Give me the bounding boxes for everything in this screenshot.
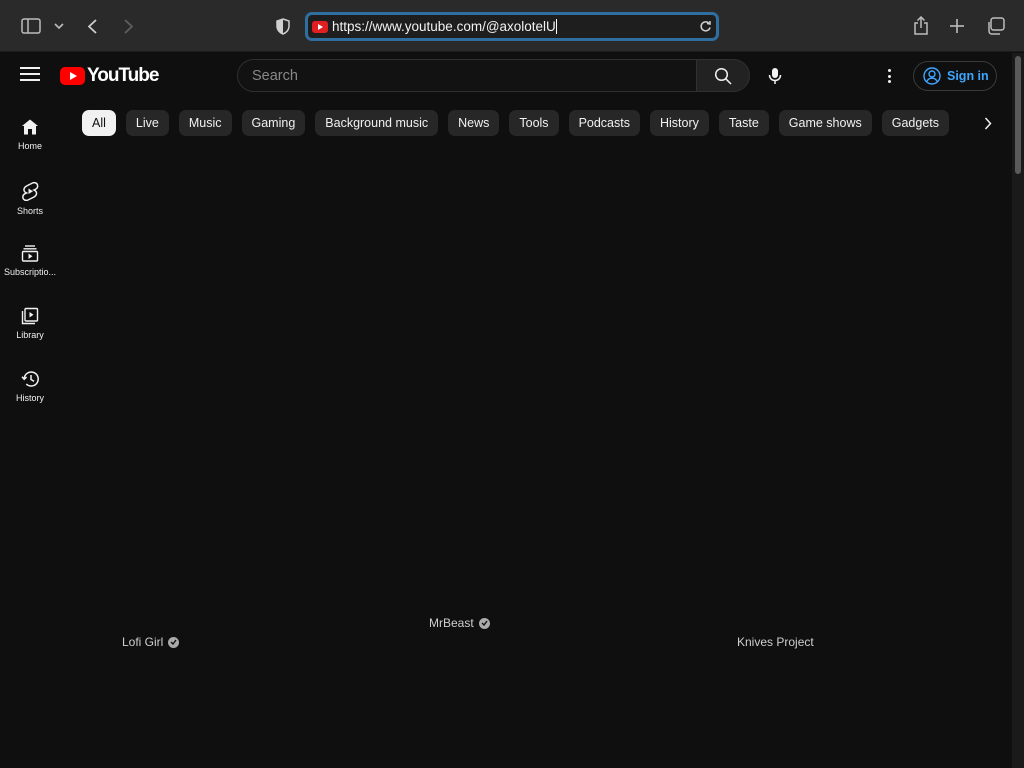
guide-item-library[interactable]: Library: [0, 297, 60, 360]
reload-icon[interactable]: [699, 20, 712, 38]
chip-gadgets[interactable]: Gadgets: [881, 110, 949, 136]
url-text: https://www.youtube.com/@axolotelU: [332, 19, 557, 34]
guide-item-label: History: [15, 393, 44, 403]
youtube-favicon-icon: [312, 20, 328, 33]
account-circle-icon: [923, 67, 941, 85]
chip-all[interactable]: All: [82, 110, 116, 136]
verified-badge-icon: [478, 617, 490, 629]
privacy-shield-icon[interactable]: [275, 12, 291, 40]
microphone-icon: [768, 67, 781, 84]
search-icon: [714, 67, 732, 85]
filter-chips: All Live Music Gaming Background music N…: [82, 110, 949, 136]
chip-music[interactable]: Music: [178, 110, 232, 136]
chip-tools[interactable]: Tools: [509, 110, 559, 136]
tab-overview-icon[interactable]: [985, 12, 1005, 40]
chip-podcasts[interactable]: Podcasts: [568, 110, 640, 136]
chip-live[interactable]: Live: [125, 110, 169, 136]
forward-icon[interactable]: [120, 12, 136, 40]
home-icon: [22, 119, 38, 135]
page-scrollbar[interactable]: [1012, 53, 1024, 768]
share-icon[interactable]: [912, 12, 930, 40]
chip-gaming[interactable]: Gaming: [241, 110, 306, 136]
shorts-icon: [22, 181, 39, 201]
chevron-right-icon: [984, 116, 992, 130]
chip-news[interactable]: News: [448, 110, 500, 136]
channel-name: Knives Project: [737, 635, 814, 649]
more-options-icon[interactable]: [880, 65, 898, 87]
search-box: [237, 59, 697, 92]
voice-search-button[interactable]: [758, 59, 791, 92]
guide-item-label: Shorts: [16, 206, 43, 216]
chip-game-shows[interactable]: Game shows: [778, 110, 872, 136]
youtube-masthead: YouTube Sign in: [0, 53, 1012, 99]
guide-item-label: Subscriptio...: [3, 267, 57, 277]
guide-item-home[interactable]: Home: [0, 108, 60, 171]
guide-item-history[interactable]: History: [0, 360, 60, 423]
channel-name: Lofi Girl: [122, 635, 164, 649]
search-button[interactable]: [696, 59, 750, 92]
guide-item-subscriptions[interactable]: Subscriptio...: [0, 234, 60, 297]
youtube-logo[interactable]: YouTube: [60, 65, 159, 87]
browser-toolbar: https://www.youtube.com/@axolotelU: [0, 0, 1024, 52]
hamburger-menu-icon[interactable]: [20, 67, 40, 83]
sidebar-toggle-icon[interactable]: [20, 12, 42, 40]
history-icon: [20, 371, 39, 387]
channel-name-lofi-girl[interactable]: Lofi Girl: [122, 635, 180, 649]
subscriptions-icon: [21, 245, 39, 262]
youtube-play-logo-icon: [60, 67, 85, 85]
mini-guide: Home Shorts Subscriptio... Library Histo…: [0, 108, 60, 423]
chevron-down-icon[interactable]: [52, 12, 66, 40]
channel-name-knives-project[interactable]: Knives Project: [737, 635, 814, 649]
guide-item-label: Library: [16, 330, 44, 340]
youtube-logo-text: YouTube: [87, 65, 159, 86]
search-input[interactable]: [252, 67, 697, 84]
address-bar[interactable]: https://www.youtube.com/@axolotelU: [305, 12, 719, 41]
back-icon[interactable]: [84, 12, 100, 40]
channel-name-mrbeast[interactable]: MrBeast: [429, 616, 490, 630]
scrollbar-thumb[interactable]: [1015, 56, 1021, 174]
chip-history[interactable]: History: [649, 110, 709, 136]
chips-next-button[interactable]: [978, 113, 998, 133]
library-icon: [21, 307, 39, 325]
new-tab-icon[interactable]: [948, 12, 966, 40]
chip-taste[interactable]: Taste: [718, 110, 769, 136]
sign-in-button[interactable]: Sign in: [913, 61, 997, 91]
guide-item-label: Home: [17, 141, 42, 151]
chip-background-music[interactable]: Background music: [315, 110, 439, 136]
guide-item-shorts[interactable]: Shorts: [0, 171, 60, 234]
verified-badge-icon: [168, 636, 180, 648]
channel-name: MrBeast: [429, 616, 474, 630]
sign-in-label: Sign in: [947, 69, 989, 83]
